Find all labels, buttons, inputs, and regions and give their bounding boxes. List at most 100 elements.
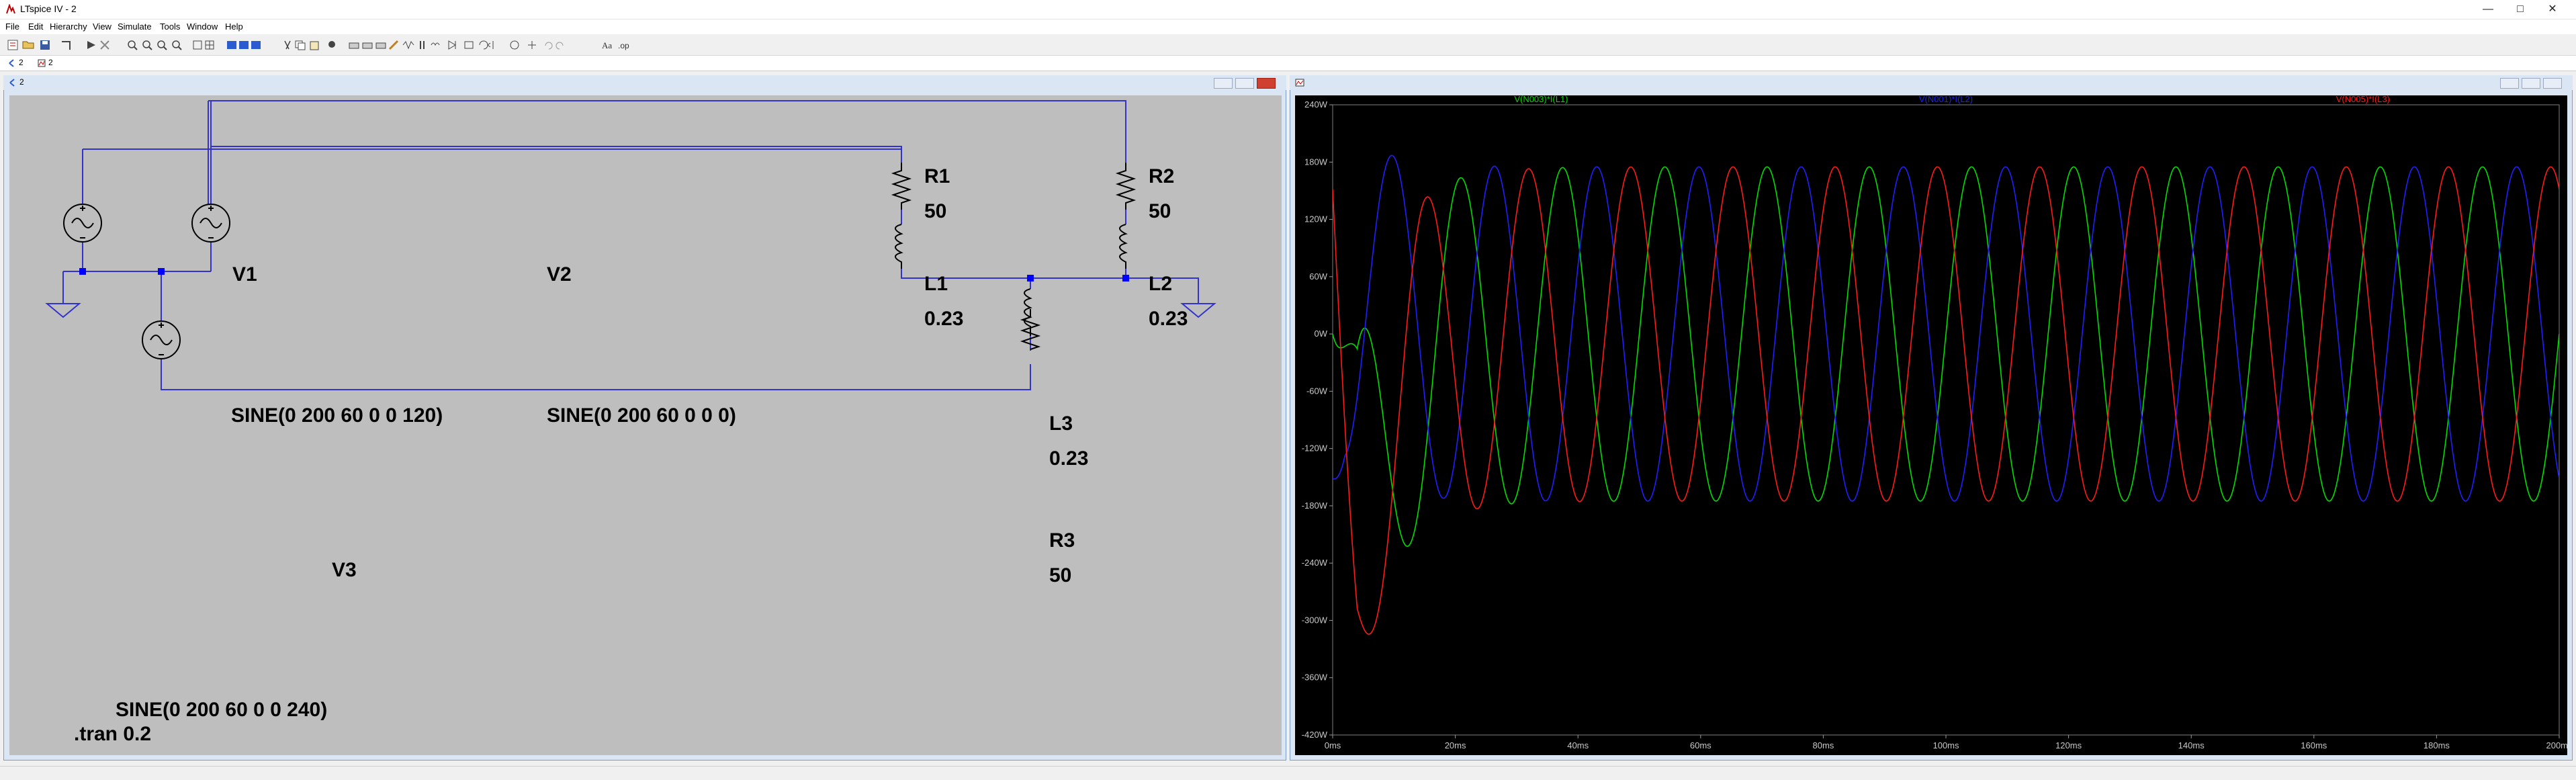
close-button[interactable]: ✕ <box>2536 0 2569 19</box>
l2-label[interactable]: L2 <box>1149 273 1172 296</box>
menu-file[interactable]: File <box>5 21 19 32</box>
l1-label[interactable]: L1 <box>924 273 948 296</box>
halt-icon[interactable] <box>100 40 109 50</box>
source-v2[interactable] <box>191 204 230 243</box>
schematic-close-button[interactable] <box>1257 78 1276 89</box>
waveform-plot[interactable]: 240W 180W 120W 60W 0W -60W -120W -180W -240W -300… <box>1295 95 2567 755</box>
r1-value[interactable]: 50 <box>924 200 946 223</box>
pencil-icon[interactable] <box>388 40 399 50</box>
pan-icon[interactable] <box>142 40 152 50</box>
zoom-out-icon[interactable] <box>157 40 167 50</box>
run-icon[interactable] <box>87 41 95 49</box>
waveform-minimize-button[interactable] <box>2500 78 2519 89</box>
v2-label[interactable]: V2 <box>547 263 572 286</box>
component-icon[interactable] <box>464 41 474 49</box>
ground-icon[interactable] <box>239 41 249 49</box>
voltage-sources <box>63 204 230 359</box>
waveform-window: 240W 180W 120W 60W 0W -60W -120W -180W -240W -300… <box>1290 75 2573 761</box>
minimize-button[interactable]: — <box>2472 0 2504 19</box>
wire-top-outer <box>211 100 1126 163</box>
r1-label[interactable]: R1 <box>924 165 950 188</box>
text-icon[interactable]: Aa <box>602 40 612 50</box>
undo-icon[interactable] <box>545 42 553 50</box>
ltspice-app-icon <box>6 4 15 14</box>
x-tick-label: 160ms <box>2301 740 2327 750</box>
l3-value[interactable]: 0.23 <box>1049 447 1088 470</box>
resistor-r2[interactable] <box>1115 163 1137 210</box>
wire-icon[interactable] <box>227 41 236 49</box>
y-tick-label: 60W <box>1309 271 1327 281</box>
print-icon[interactable] <box>349 42 359 49</box>
menu-help[interactable]: Help <box>225 21 243 32</box>
v3-label[interactable]: V3 <box>332 559 357 582</box>
r3-value[interactable]: 50 <box>1049 564 1071 587</box>
inductor-l1[interactable] <box>895 224 903 269</box>
copy-icon[interactable] <box>295 40 306 50</box>
menu-edit[interactable]: Edit <box>28 21 43 32</box>
trace-label-1[interactable]: V(N003)*I(L1) <box>1514 95 1568 104</box>
x-tick-label: 0ms <box>1325 740 1341 750</box>
rotate-icon[interactable] <box>479 40 488 50</box>
inductor-icon[interactable] <box>431 42 440 46</box>
save-icon[interactable] <box>40 40 50 50</box>
grid-icon[interactable] <box>205 40 214 50</box>
trace-label-3[interactable]: V(N005)*I(L3) <box>2336 95 2390 104</box>
capacitor-icon[interactable] <box>420 41 425 49</box>
diode-icon[interactable] <box>448 40 456 50</box>
autorange-icon[interactable] <box>193 40 202 50</box>
v1-label[interactable]: V1 <box>232 263 257 286</box>
cut-icon[interactable] <box>284 40 291 50</box>
waveform-restore-button[interactable] <box>2522 78 2540 89</box>
l3-label[interactable]: L3 <box>1049 413 1073 435</box>
resistor-r1[interactable] <box>891 163 912 210</box>
r3-label[interactable]: R3 <box>1049 529 1075 552</box>
tab-waveform[interactable]: 2 <box>48 58 53 67</box>
menu-tools[interactable]: Tools <box>160 21 180 32</box>
v2-value[interactable]: SINE(0 200 60 0 0 0) <box>547 404 736 427</box>
svg-text:Aa: Aa <box>602 40 612 50</box>
schematic-restore-button[interactable] <box>1235 78 1254 89</box>
tab-schematic[interactable]: 2 <box>19 58 24 67</box>
menu-simulate[interactable]: Simulate <box>118 21 152 32</box>
l2-value[interactable]: 0.23 <box>1149 308 1188 331</box>
label-net-icon[interactable] <box>251 41 261 49</box>
schematic-minimize-button[interactable] <box>1214 78 1233 89</box>
grounds <box>45 303 1216 318</box>
spice-directive[interactable]: .tran 0.2 <box>74 723 151 746</box>
menu-view[interactable]: View <box>93 21 112 32</box>
inductor-l2[interactable] <box>1119 224 1128 269</box>
r2-label[interactable]: R2 <box>1149 165 1174 188</box>
redo-icon[interactable] <box>556 42 564 50</box>
ground-left[interactable] <box>45 303 81 318</box>
trace-label-2[interactable]: V(N001)*I(L2) <box>1919 95 1973 104</box>
paste-icon[interactable] <box>310 41 319 50</box>
source-v1[interactable] <box>63 204 102 243</box>
new-schematic-icon[interactable] <box>7 40 18 50</box>
y-tick-label: -60W <box>1306 386 1328 396</box>
l1-value[interactable]: 0.23 <box>924 308 963 331</box>
zoom-fit-icon[interactable] <box>172 40 182 50</box>
find-icon[interactable] <box>328 41 335 48</box>
move-icon[interactable] <box>528 41 536 49</box>
open-icon[interactable] <box>22 41 34 49</box>
print-preview-icon[interactable] <box>362 42 373 49</box>
wires <box>211 100 1126 163</box>
schematic-canvas[interactable]: R1 50 L1 0.23 R2 50 L2 0.23 L3 0.23 R3 5… <box>9 95 1282 755</box>
zoom-in-icon[interactable] <box>128 40 138 50</box>
spice-directive-icon[interactable]: .op <box>618 41 629 50</box>
r2-value[interactable]: 50 <box>1149 200 1171 223</box>
waveform-close-button[interactable] <box>2543 78 2562 89</box>
menu-window[interactable]: Window <box>187 21 218 32</box>
resistor-icon[interactable] <box>402 41 414 50</box>
v1-value[interactable]: SINE(0 200 60 0 0 120) <box>231 404 443 427</box>
source-v3[interactable] <box>142 320 181 359</box>
setup-icon[interactable] <box>375 42 386 49</box>
control-panel-icon[interactable] <box>62 41 71 50</box>
menu-hierarchy[interactable]: Hierarchy <box>50 21 87 32</box>
drag-icon[interactable] <box>510 40 519 50</box>
schematic-window-caption: 2 <box>19 77 24 87</box>
maximize-button[interactable]: □ <box>2504 0 2536 19</box>
v3-value[interactable]: SINE(0 200 60 0 0 240) <box>116 699 327 722</box>
mirror-icon[interactable] <box>487 41 494 49</box>
x-tick-label: 200ms <box>2546 740 2567 750</box>
